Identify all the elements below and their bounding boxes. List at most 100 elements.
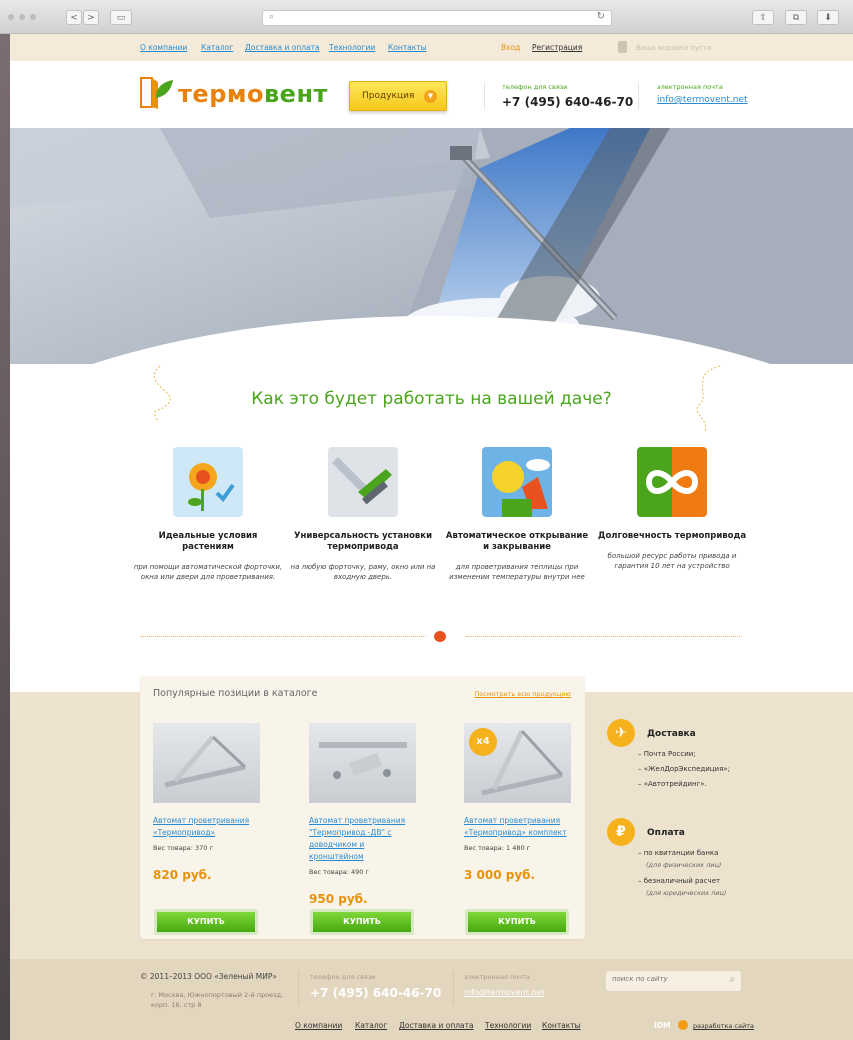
- sun-icon: [482, 447, 552, 517]
- footer-link-catalog[interactable]: Каталог: [355, 1021, 387, 1030]
- feature-title: Универсальность установки термопривода: [293, 531, 433, 552]
- footer-link-technology[interactable]: Технологии: [485, 1021, 531, 1030]
- cart-status: Ваша корзина пуста: [636, 44, 712, 52]
- catalog-title: Популярные позиции в каталоге: [153, 688, 318, 699]
- back-button[interactable]: <: [66, 10, 82, 25]
- product-image[interactable]: [309, 723, 416, 803]
- see-all-link[interactable]: Посмотреть всю продукцию: [474, 690, 571, 698]
- product-weight: Вес товара: 490 г: [309, 868, 369, 876]
- payment-title: Оплата: [647, 828, 685, 838]
- payment-list: – по квитанции банка (для физических лиц)…: [638, 846, 727, 898]
- topnav-contacts[interactable]: Контакты: [388, 43, 427, 52]
- buy-button[interactable]: КУПИТЬ: [310, 909, 414, 935]
- search-icon[interactable]: ⌕: [729, 974, 735, 985]
- divider: [453, 971, 454, 1005]
- divider: [484, 83, 485, 109]
- footer-phone: +7 (495) 640-46-70: [310, 986, 442, 1000]
- email-label: электронная почта: [657, 83, 723, 91]
- forward-button[interactable]: >: [83, 10, 99, 25]
- buy-button[interactable]: КУПИТЬ: [465, 909, 569, 935]
- web-page: О компании Каталог Доставка и оплата Тех…: [10, 34, 853, 1040]
- topnav-catalog[interactable]: Каталог: [201, 43, 233, 52]
- feature-title: Долговечность термопривода: [597, 531, 747, 541]
- dotted-divider: [466, 636, 742, 637]
- delivery-item: – «ЖелДорЭкспедиция»;: [638, 765, 730, 773]
- products-dropdown-button[interactable]: Продукция ▼: [349, 81, 447, 111]
- feature-card: Идеальные условия растениям при помощи а…: [133, 447, 283, 582]
- product-card: Автомат проветривания «Термопривод» Вес …: [153, 723, 263, 882]
- phone-label: телефон для связи: [502, 83, 568, 91]
- product-name-link[interactable]: Автомат проветривания «Термопривод»: [153, 815, 263, 839]
- sidebar-toggle-icon[interactable]: ▭: [110, 10, 132, 25]
- feature-text: на любую форточку, раму, окно или на вхо…: [290, 563, 436, 581]
- infinity-icon: [637, 447, 707, 517]
- popular-catalog: Популярные позиции в каталоге Посмотреть…: [140, 676, 585, 939]
- delivery-list: – Почта России; – «ЖелДорЭкспедиция»; – …: [638, 747, 730, 792]
- topnav-about[interactable]: О компании: [140, 43, 187, 52]
- sun-icon: [678, 1020, 688, 1030]
- product-weight: Вес товара: 1 480 г: [464, 844, 531, 852]
- window-controls[interactable]: [8, 14, 36, 20]
- footer-email-label: электронная почта: [464, 973, 530, 981]
- divider: [638, 83, 639, 109]
- feature-text: большой ресурс работы привода и гарантия…: [607, 552, 737, 570]
- logo-icon[interactable]: [140, 76, 174, 109]
- browser-toolbar: < > ▭ ⌕ ↻ ⇧ ⧉ ⬇: [0, 0, 853, 34]
- header-phone: +7 (495) 640-46-70: [502, 95, 634, 109]
- login-link[interactable]: Вход: [501, 43, 520, 52]
- footer-email-link[interactable]: info@termovent.net: [464, 988, 544, 997]
- product-weight: Вес товара: 370 г: [153, 844, 213, 852]
- feature-card: Автоматическое открывание и закрывание д…: [442, 447, 592, 582]
- feature-title: Автоматическое открывание и закрывание: [445, 531, 589, 552]
- logo-text[interactable]: термовент: [178, 80, 328, 108]
- search-icon: ⌕: [269, 12, 275, 22]
- developer-logo[interactable]: IDM: [654, 1021, 670, 1030]
- footer-link-about[interactable]: О компании: [295, 1021, 342, 1030]
- ruble-icon: ₽: [607, 818, 635, 846]
- search-input[interactable]: [612, 975, 712, 983]
- address-bar[interactable]: ⌕ ↻: [262, 10, 612, 26]
- product-name-link[interactable]: Автомат проветривания «Термопривод» комп…: [464, 815, 574, 839]
- topnav-technology[interactable]: Технологии: [329, 43, 375, 52]
- feature-title: Идеальные условия растениям: [158, 531, 258, 552]
- tabs-icon[interactable]: ⧉: [785, 10, 807, 25]
- feature-text: при помощи автоматической форточки, окна…: [133, 563, 283, 581]
- multitool-icon: [328, 447, 398, 517]
- topnav-delivery[interactable]: Доставка и оплата: [245, 43, 320, 52]
- product-price: 3 000 руб.: [464, 868, 536, 882]
- delivery-title: Доставка: [647, 729, 696, 739]
- top-navigation: О компании Каталог Доставка и оплата Тех…: [10, 34, 853, 61]
- product-card: x4 Автомат проветривания «Термопривод» к…: [464, 723, 574, 882]
- payment-item: – безналичный расчет (для юридических лиц…: [638, 877, 727, 897]
- copyright: © 2011–2013 ООО «Зеленый МИР»: [140, 972, 277, 981]
- buy-button[interactable]: КУПИТЬ: [154, 909, 258, 935]
- share-icon[interactable]: ⇧: [752, 10, 774, 25]
- footer-phone-label: телефон для связи: [310, 973, 376, 981]
- footer-link-delivery[interactable]: Доставка и оплата: [399, 1021, 474, 1030]
- product-card: Автомат проветривания "Термопривод -ДВ" …: [309, 723, 419, 906]
- footer-link-contacts[interactable]: Контакты: [542, 1021, 581, 1030]
- chevron-down-icon: ▼: [424, 90, 437, 103]
- tomato-icon: [434, 631, 446, 642]
- decor-swirl-right: [696, 365, 721, 433]
- site-footer: © 2011–2013 ООО «Зеленый МИР» г. Москва,…: [10, 959, 853, 1040]
- airplane-icon: ✈: [607, 719, 635, 747]
- product-name-link[interactable]: Автомат проветривания "Термопривод -ДВ" …: [309, 815, 419, 863]
- product-image[interactable]: [153, 723, 260, 803]
- quantity-badge: x4: [469, 728, 497, 756]
- register-link[interactable]: Регистрация: [532, 43, 582, 52]
- delivery-item: – «Автотрейдинг».: [638, 780, 707, 788]
- developer-link[interactable]: разработка сайта: [693, 1022, 754, 1030]
- cart-icon[interactable]: [618, 41, 627, 53]
- feature-card: Долговечность термопривода большой ресур…: [597, 447, 747, 571]
- product-image[interactable]: x4: [464, 723, 571, 803]
- reload-icon[interactable]: ↻: [597, 11, 605, 22]
- address: г. Москва, Южнопортовый 2-й проезд, корп…: [151, 991, 284, 1009]
- download-icon[interactable]: ⬇: [817, 10, 839, 25]
- site-search: ⌕: [606, 971, 741, 991]
- hero-banner: [10, 128, 853, 364]
- header-email-link[interactable]: info@termovent.net: [657, 95, 748, 105]
- decor-swirl-left: [153, 365, 171, 423]
- dotted-divider: [140, 636, 426, 637]
- flower-icon: [173, 447, 243, 517]
